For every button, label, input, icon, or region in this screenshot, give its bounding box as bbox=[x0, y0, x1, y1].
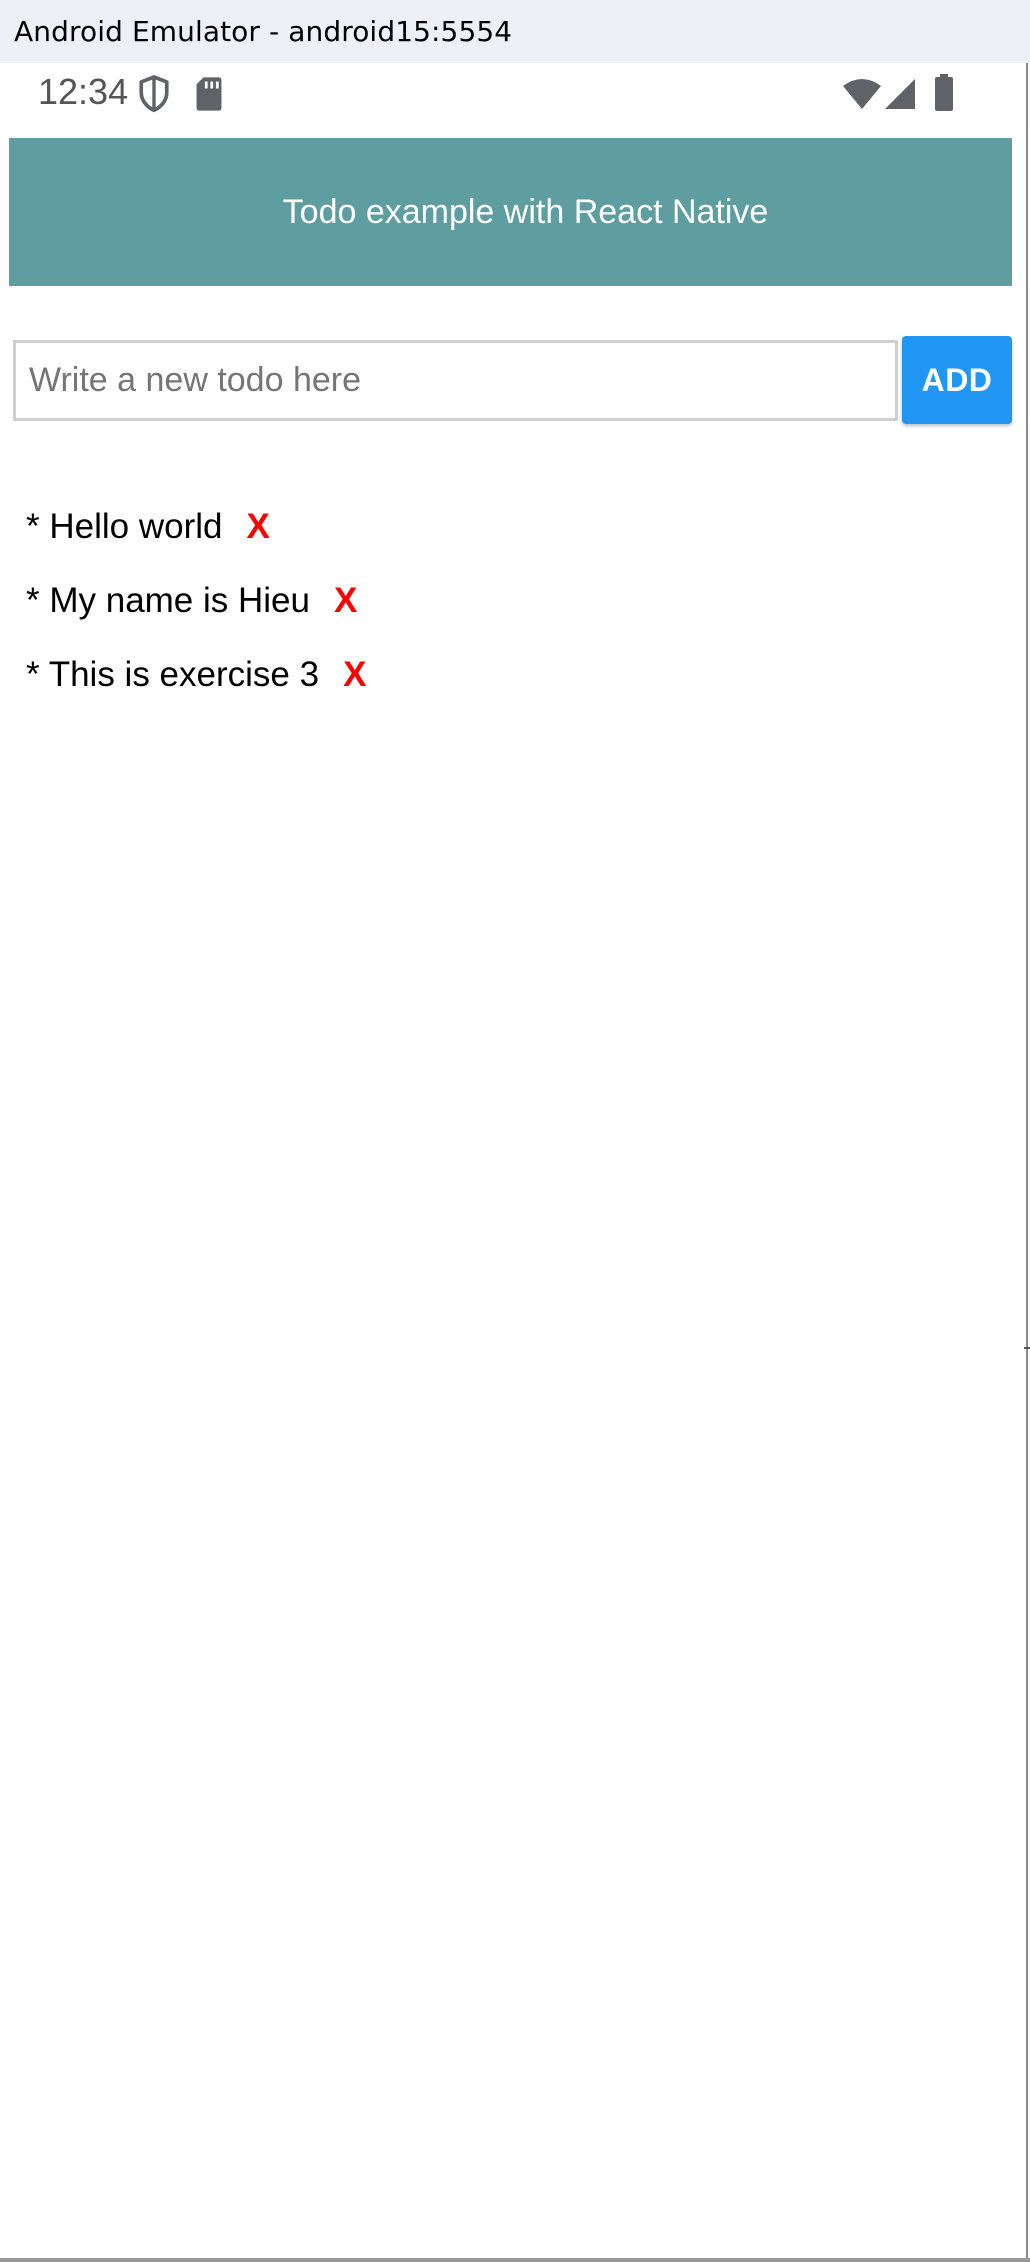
wifi-icon bbox=[843, 79, 881, 109]
todo-input[interactable] bbox=[13, 340, 898, 421]
window-title: Android Emulator - android15:5554 bbox=[14, 15, 513, 48]
todo-list: * Hello world X * My name is Hieu X * Th… bbox=[26, 490, 366, 712]
emulator-window: Android Emulator - android15:5554 12:34 … bbox=[0, 0, 1030, 2262]
shield-icon bbox=[139, 75, 169, 113]
todo-text: * My name is Hieu bbox=[26, 581, 310, 620]
todo-text: * This is exercise 3 bbox=[26, 655, 320, 694]
delete-todo-button[interactable]: X bbox=[343, 655, 366, 695]
delete-todo-button[interactable]: X bbox=[246, 507, 269, 547]
cell-signal-icon bbox=[885, 79, 915, 109]
window-bottom-edge bbox=[0, 2258, 1030, 2262]
todo-item: * My name is Hieu X bbox=[26, 564, 366, 638]
todo-text: * Hello world bbox=[26, 507, 223, 546]
todo-item: * This is exercise 3 X bbox=[26, 638, 366, 712]
status-bar: 12:34 bbox=[0, 63, 1026, 138]
battery-icon bbox=[935, 74, 953, 111]
status-time: 12:34 bbox=[38, 71, 129, 112]
window-title-bar[interactable]: Android Emulator - android15:5554 bbox=[0, 0, 1030, 63]
app-header: Todo example with React Native bbox=[9, 138, 1012, 286]
todo-item: * Hello world X bbox=[26, 490, 366, 564]
add-button[interactable]: ADD bbox=[902, 336, 1012, 424]
window-resize-notch[interactable] bbox=[1024, 1347, 1030, 1349]
sd-card-icon bbox=[196, 77, 222, 111]
delete-todo-button[interactable]: X bbox=[334, 581, 357, 621]
window-right-edge bbox=[1026, 63, 1028, 2262]
header-title: Todo example with React Native bbox=[282, 192, 769, 231]
